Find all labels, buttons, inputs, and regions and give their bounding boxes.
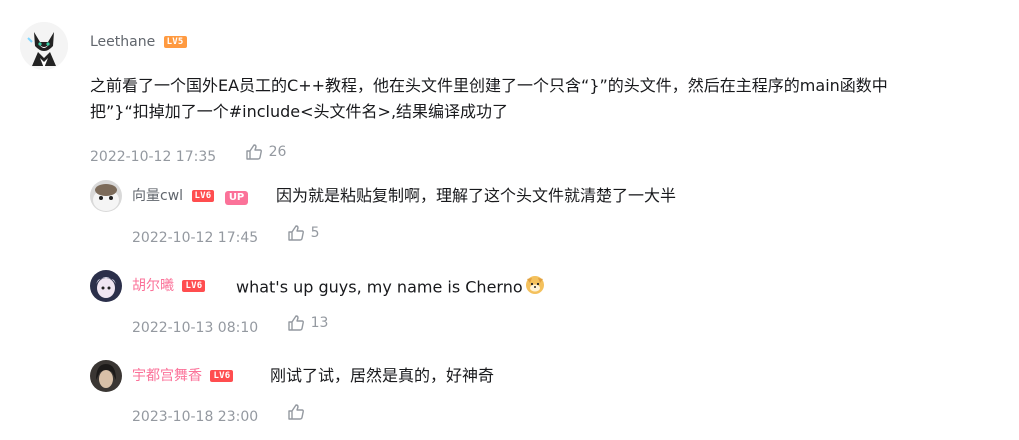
level-badge: LV6 [191, 190, 215, 202]
reply-text: 刚试了试，居然是真的，好神奇 [270, 366, 495, 385]
level-badge: LV6 [210, 370, 234, 382]
like-button[interactable]: 13 [287, 313, 329, 333]
reply-username[interactable]: 向量cwl LV6 UP [132, 186, 249, 206]
reply-meta: 2022-10-13 08:10 13 [132, 313, 328, 338]
reply-text: what's up guys, my name is Cherno [236, 273, 546, 303]
username-text[interactable]: 向量cwl [132, 188, 183, 204]
reply-username[interactable]: 宇都宫舞香 LV6 [132, 366, 234, 386]
reply-meta: 2023-10-18 23:00 [132, 403, 311, 427]
avatar[interactable] [90, 270, 122, 302]
avatar[interactable] [90, 180, 122, 212]
username-text[interactable]: 宇都宫舞香 [132, 368, 202, 384]
comment-meta: 2022-10-12 17:35 26 [90, 142, 286, 167]
reply-meta: 2022-10-12 17:45 5 [132, 223, 320, 248]
like-count: 5 [310, 225, 320, 241]
username-text[interactable]: 胡尔曦 [132, 278, 174, 294]
reply-username[interactable]: 胡尔曦 LV6 [132, 276, 206, 296]
thumb-up-icon [287, 315, 304, 331]
up-badge: UP [224, 191, 249, 205]
reply-text-body: what's up guys, my name is Cherno [236, 277, 523, 297]
avatar[interactable] [20, 22, 68, 70]
reply-time: 2022-10-12 17:45 [132, 230, 259, 246]
level-badge: LV6 [182, 280, 206, 292]
comment-text-line: 之前看了一个国外EA员工的C++教程，他在头文件里创建了一个只含“}”的头文件，… [90, 76, 888, 95]
like-button[interactable]: 26 [245, 142, 287, 162]
thumb-up-icon [287, 225, 304, 241]
reply-text: 因为就是粘贴复制啊，理解了这个头文件就清楚了一大半 [276, 186, 677, 205]
level-badge: LV5 [163, 36, 187, 48]
doge-emoji-icon [524, 273, 546, 303]
avatar[interactable] [90, 360, 122, 392]
like-button[interactable] [287, 403, 311, 421]
username-text[interactable]: Leethane [90, 34, 155, 50]
comment-username[interactable]: Leethane LV5 [90, 32, 187, 52]
comment-time: 2022-10-12 17:35 [90, 149, 217, 165]
like-button[interactable]: 5 [287, 223, 320, 243]
comment-text-line: 把”}“扣掉加了一个#include<头文件名>,结果编译成功了 [90, 102, 509, 121]
reply-time: 2023-10-18 23:00 [132, 409, 259, 425]
reply-time: 2022-10-13 08:10 [132, 320, 259, 336]
thumb-up-icon [245, 144, 262, 160]
like-count: 13 [310, 315, 329, 331]
thumb-up-icon [287, 404, 304, 420]
like-count: 26 [268, 144, 287, 160]
comment-text: 之前看了一个国外EA员工的C++教程，他在头文件里创建了一个只含“}”的头文件，… [90, 73, 1010, 125]
